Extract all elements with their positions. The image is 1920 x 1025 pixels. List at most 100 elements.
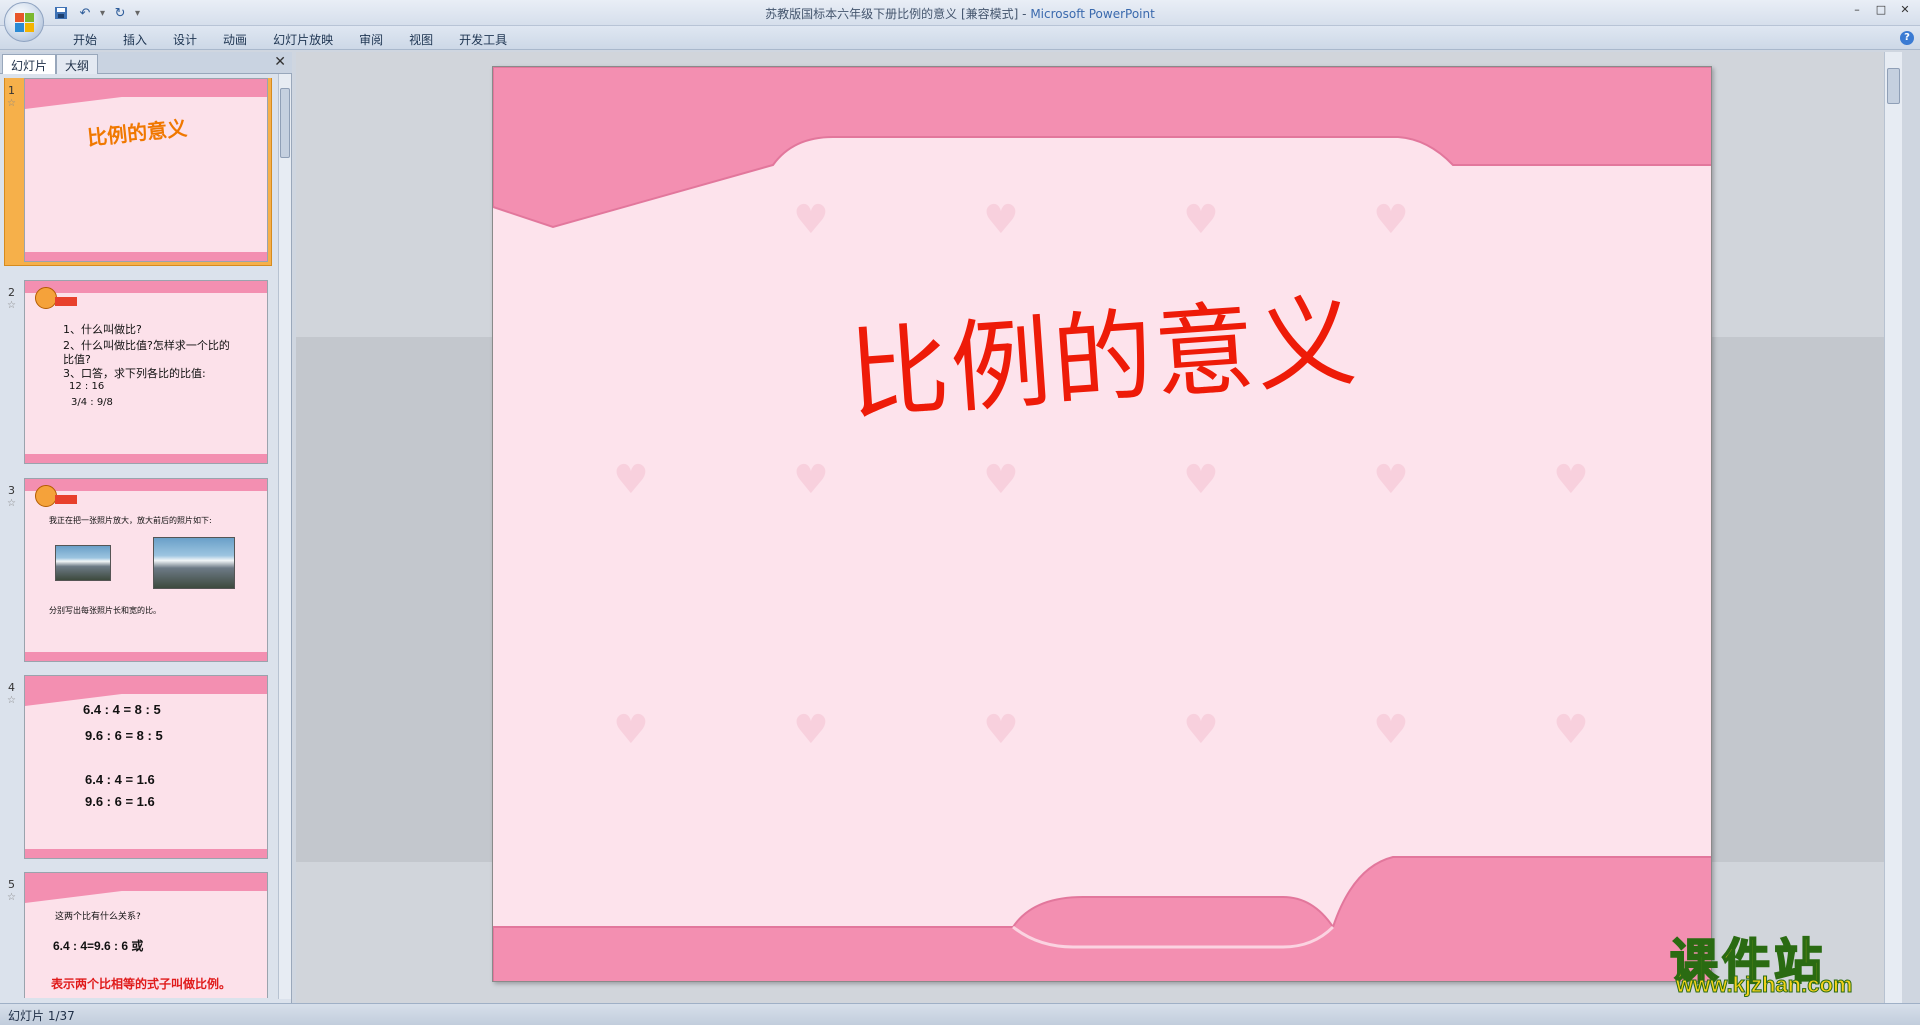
- animation-star-icon: ☆: [7, 498, 16, 509]
- heart-icon: ♥: [983, 197, 1019, 243]
- title-separator: -: [1018, 7, 1031, 21]
- large-photo-image: [153, 537, 235, 589]
- thumbnail-line: 表示两个比相等的式子叫做比例。: [51, 977, 232, 991]
- window-controls: – □ ✕: [1848, 2, 1914, 18]
- tab-slideshow[interactable]: 幻灯片放映: [260, 29, 346, 50]
- document-title: 苏教版国标本六年级下册比例的意义 [兼容模式]: [765, 7, 1019, 21]
- tab-insert[interactable]: 插入: [110, 29, 160, 50]
- minimize-button[interactable]: –: [1848, 2, 1866, 18]
- scrollbar-thumb[interactable]: [1887, 68, 1900, 104]
- watermark-url: www.kjzhan.com: [1675, 972, 1853, 998]
- site-watermark-logo: 课件站 www.kjzhan.com: [1669, 922, 1900, 1000]
- heart-icon: ♥: [1373, 457, 1409, 503]
- pane-tabs: 幻灯片 大纲 ✕: [0, 52, 292, 74]
- pink-band-bottom: [25, 652, 267, 661]
- thumbnail-line: 9.6 : 6 = 8 : 5: [85, 728, 163, 743]
- tab-design[interactable]: 设计: [160, 29, 210, 50]
- heart-icon: ♥: [1373, 707, 1409, 753]
- thumbnail-line: 我正在把一张照片放大，放大前后的照片如下:: [49, 516, 212, 525]
- heart-icon: ♥: [793, 197, 829, 243]
- slide-number: 3: [8, 484, 15, 497]
- pink-band-top: [25, 479, 267, 491]
- window-title: 苏教版国标本六年级下册比例的意义 [兼容模式] - Microsoft Powe…: [0, 5, 1920, 22]
- thumbnail-line: 1、什么叫做比?: [63, 323, 142, 336]
- tab-slides[interactable]: 幻灯片: [2, 54, 57, 74]
- slide-thumbnail-5[interactable]: 5 ☆ 这两个比有什么关系? 6.4 : 4=9.6 : 6 或 表示两个比相等…: [0, 872, 276, 998]
- pink-band-bottom: [25, 252, 267, 261]
- tab-view[interactable]: 视图: [396, 29, 446, 50]
- cartoon-mascot-icon: [35, 485, 57, 507]
- scrollbar-thumb[interactable]: [280, 88, 290, 158]
- title-bar: ↶ ▾ ↻ ▾ 苏教版国标本六年级下册比例的意义 [兼容模式] - Micros…: [0, 0, 1920, 26]
- slide-number: 4: [8, 681, 15, 694]
- tab-review[interactable]: 审阅: [346, 29, 396, 50]
- pink-band-top: [25, 281, 267, 293]
- slide-thumbnail-1[interactable]: 1 ☆ 比例的意义: [0, 78, 276, 274]
- thumbnail-canvas: 我正在把一张照片放大，放大前后的照片如下: 分别写出每张照片长和宽的比。: [24, 478, 268, 662]
- heart-icon: ♥: [1183, 197, 1219, 243]
- animation-star-icon: ☆: [7, 98, 16, 109]
- heart-icon: ♥: [1553, 707, 1589, 753]
- slide-frame-decoration: [493, 67, 1711, 981]
- thumbnail-line: 6.4 : 4 = 8 : 5: [83, 702, 161, 717]
- heart-icon: ♥: [793, 707, 829, 753]
- slide-thumbnail-4[interactable]: 4 ☆ 6.4 : 4 = 8 : 5 9.6 : 6 = 8 : 5 6.4 …: [0, 675, 276, 871]
- heart-icon: ♥: [983, 457, 1019, 503]
- pink-band-slant: [25, 891, 122, 903]
- pink-band-top: [25, 79, 267, 97]
- pink-band-slant: [25, 97, 122, 109]
- tab-outline[interactable]: 大纲: [56, 54, 99, 74]
- animation-star-icon: ☆: [7, 892, 16, 903]
- heart-icon: ♥: [613, 457, 649, 503]
- tag-icon: [55, 297, 77, 306]
- pink-band-bottom: [25, 849, 267, 858]
- status-bar: 幻灯片 1/37: [0, 1003, 1920, 1025]
- heart-icon: ♥: [983, 707, 1019, 753]
- tab-animations[interactable]: 动画: [210, 29, 260, 50]
- small-photo-image: [55, 545, 111, 581]
- thumbnail-line: 3、口答，求下列各比的比值:: [63, 367, 206, 380]
- tab-developer[interactable]: 开发工具: [446, 29, 520, 50]
- ribbon-tabs: 开始 插入 设计 动画 幻灯片放映 审阅 视图 开发工具 ?: [0, 26, 1920, 50]
- heart-icon: ♥: [1183, 457, 1219, 503]
- maximize-button[interactable]: □: [1872, 2, 1890, 18]
- office-button[interactable]: [4, 2, 44, 42]
- thumbnail-canvas: 1、什么叫做比? 2、什么叫做比值?怎样求一个比的 比值? 3、口答，求下列各比…: [24, 280, 268, 464]
- slide-editing-area: ♥ ♥ ♥ ♥ ♥ ♥ ♥ ♥ ♥ ♥ ♥ ♥ ♥ ♥ ♥ ♥ 比例的意义: [296, 52, 1902, 1003]
- slides-pane: 幻灯片 大纲 ✕ 1 ☆ 比例的意义 2 ☆ 1、什么叫做比? 2、什么叫做比值…: [0, 52, 292, 1003]
- slide-number: 1: [8, 84, 15, 97]
- thumbnail-list: 1 ☆ 比例的意义 2 ☆ 1、什么叫做比? 2、什么叫做比值?怎样求一个比的 …: [0, 78, 276, 998]
- thumbnail-title: 比例的意义: [86, 115, 189, 151]
- thumbnail-canvas: 这两个比有什么关系? 6.4 : 4=9.6 : 6 或 表示两个比相等的式子叫…: [24, 872, 268, 998]
- heart-icon: ♥: [1553, 457, 1589, 503]
- help-icon[interactable]: ?: [1900, 31, 1914, 45]
- thumbnail-line: 6.4 : 4=9.6 : 6 或: [53, 939, 144, 953]
- heart-icon: ♥: [793, 457, 829, 503]
- animation-star-icon: ☆: [7, 695, 16, 706]
- cartoon-mascot-icon: [35, 287, 57, 309]
- slide-thumbnail-2[interactable]: 2 ☆ 1、什么叫做比? 2、什么叫做比值?怎样求一个比的 比值? 3、口答，求…: [0, 280, 276, 476]
- slide-counter: 幻灯片 1/37: [8, 1009, 75, 1023]
- pink-band-top: [25, 873, 267, 891]
- slide-thumbnail-3[interactable]: 3 ☆ 我正在把一张照片放大，放大前后的照片如下: 分别写出每张照片长和宽的比。: [0, 478, 276, 674]
- thumbnail-line: 12 : 16: [69, 381, 105, 392]
- pane-close-icon[interactable]: ✕: [274, 54, 286, 70]
- tag-icon: [55, 495, 77, 504]
- thumbnail-scrollbar[interactable]: [278, 74, 291, 999]
- thumbnail-canvas: 6.4 : 4 = 8 : 5 9.6 : 6 = 8 : 5 6.4 : 4 …: [24, 675, 268, 859]
- thumbnail-line: 9.6 : 6 = 1.6: [85, 794, 155, 809]
- slide-scrollbar[interactable]: [1884, 52, 1902, 1003]
- slide-number: 2: [8, 286, 15, 299]
- current-slide[interactable]: ♥ ♥ ♥ ♥ ♥ ♥ ♥ ♥ ♥ ♥ ♥ ♥ ♥ ♥ ♥ ♥ 比例的意义: [492, 66, 1712, 982]
- heart-icon: ♥: [1183, 707, 1219, 753]
- tab-home[interactable]: 开始: [60, 29, 110, 50]
- thumbnail-canvas: 比例的意义: [24, 78, 268, 262]
- pink-band-bottom: [25, 454, 267, 463]
- office-logo-icon: [15, 13, 35, 33]
- thumbnail-line: 这两个比有什么关系?: [55, 912, 141, 922]
- thumbnail-line: 6.4 : 4 = 1.6: [85, 772, 155, 787]
- slide-number: 5: [8, 878, 15, 891]
- thumbnail-line: 分别写出每张照片长和宽的比。: [49, 606, 161, 615]
- heart-icon: ♥: [1373, 197, 1409, 243]
- close-button[interactable]: ✕: [1896, 2, 1914, 18]
